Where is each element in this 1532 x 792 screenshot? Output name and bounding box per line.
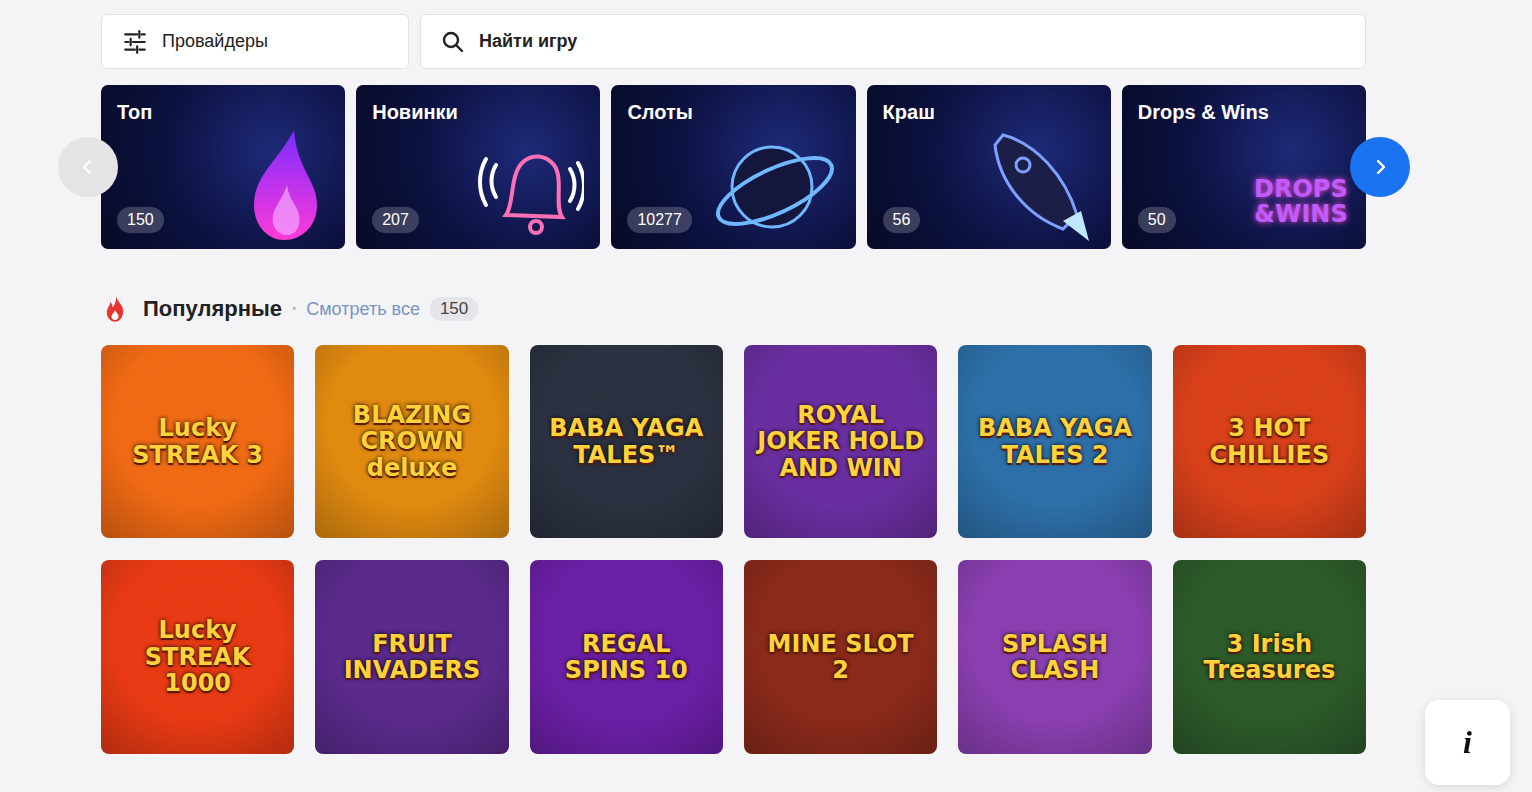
category-count: 10277: [627, 207, 692, 233]
category-label: Drops & Wins: [1138, 101, 1269, 124]
search-field[interactable]: Найти игру: [420, 14, 1366, 69]
game-title: FRUIT INVADERS: [327, 631, 496, 684]
category-label: Слоты: [627, 101, 692, 124]
game-title: Lucky STREAK 3: [113, 415, 282, 468]
category-card[interactable]: Drops & Wins 50 DROPS &WINS: [1122, 85, 1366, 249]
separator: •: [292, 302, 296, 316]
category-label: Топ: [117, 101, 152, 124]
flame-icon: [239, 125, 329, 245]
drops-wins-logo: DROPS &WINS: [1254, 177, 1364, 227]
planet-icon: [710, 125, 840, 245]
game-title: 3 Irish Treasures: [1185, 631, 1354, 684]
category-label: Краш: [883, 101, 935, 124]
chevron-left-icon: [78, 157, 98, 177]
category-count: 207: [372, 207, 419, 233]
sliders-icon: [122, 29, 148, 55]
game-tile[interactable]: Lucky STREAK 3: [101, 345, 294, 538]
carousel-prev-button[interactable]: [58, 137, 118, 197]
rocket-icon: [985, 125, 1095, 245]
category-card[interactable]: Топ 150: [101, 85, 345, 249]
category-card[interactable]: Слоты 10277: [611, 85, 855, 249]
game-title: SPLASH CLASH: [970, 631, 1139, 684]
search-placeholder: Найти игру: [479, 31, 577, 52]
game-tile[interactable]: MINE SLOT 2: [744, 560, 937, 753]
category-card[interactable]: Краш 56: [867, 85, 1111, 249]
game-tile[interactable]: ROYAL JOKER HOLD AND WIN: [744, 345, 937, 538]
top-bar: Провайдеры Найти игру: [101, 14, 1366, 69]
bell-icon: [474, 125, 584, 245]
providers-label: Провайдеры: [162, 31, 268, 52]
category-count: 56: [883, 207, 921, 233]
search-icon: [441, 30, 465, 54]
game-tile[interactable]: 3 HOT CHILLIES: [1173, 345, 1366, 538]
game-tile[interactable]: BABA YAGA TALES 2: [958, 345, 1151, 538]
carousel-next-button[interactable]: [1350, 137, 1410, 197]
section-title: Популярные: [143, 296, 282, 322]
fire-icon: [101, 295, 129, 323]
game-title: BABA YAGA TALES 2: [970, 415, 1139, 468]
chevron-right-icon: [1370, 157, 1390, 177]
game-title: ROYAL JOKER HOLD AND WIN: [756, 402, 925, 481]
game-title: REGAL SPINS 10: [542, 631, 711, 684]
category-count: 150: [117, 207, 164, 233]
game-tile[interactable]: 3 Irish Treasures: [1173, 560, 1366, 753]
game-tile[interactable]: Lucky STREAK 1000: [101, 560, 294, 753]
casino-lobby: Провайдеры Найти игру Топ 150 Новинки 207 Слот…: [0, 0, 1366, 784]
category-count: 50: [1138, 207, 1176, 233]
game-tile[interactable]: REGAL SPINS 10: [530, 560, 723, 753]
category-label: Новинки: [372, 101, 458, 124]
game-tile[interactable]: SPLASH CLASH: [958, 560, 1151, 753]
category-carousel: Топ 150 Новинки 207 Слоты 10277 Краш 56 Drops & …: [101, 85, 1366, 249]
game-title: Lucky STREAK 1000: [113, 617, 282, 696]
view-all-link[interactable]: Смотреть все: [306, 299, 420, 320]
section-count: 150: [430, 297, 478, 321]
section-header: Популярные • Смотреть все 150: [101, 295, 1366, 323]
providers-button[interactable]: Провайдеры: [101, 14, 409, 69]
game-tile[interactable]: FRUIT INVADERS: [315, 560, 508, 753]
game-tile[interactable]: BABA YAGA TALES™: [530, 345, 723, 538]
info-button[interactable]: i: [1425, 700, 1510, 785]
game-title: MINE SLOT 2: [756, 631, 925, 684]
game-title: BLAZING CROWN deluxe: [327, 402, 496, 481]
game-title: BABA YAGA TALES™: [542, 415, 711, 468]
category-card[interactable]: Новинки 207: [356, 85, 600, 249]
game-title: 3 HOT CHILLIES: [1185, 415, 1354, 468]
games-grid: Lucky STREAK 3 BLAZING CROWN deluxe BABA Y…: [101, 345, 1366, 754]
game-tile[interactable]: BLAZING CROWN deluxe: [315, 345, 508, 538]
